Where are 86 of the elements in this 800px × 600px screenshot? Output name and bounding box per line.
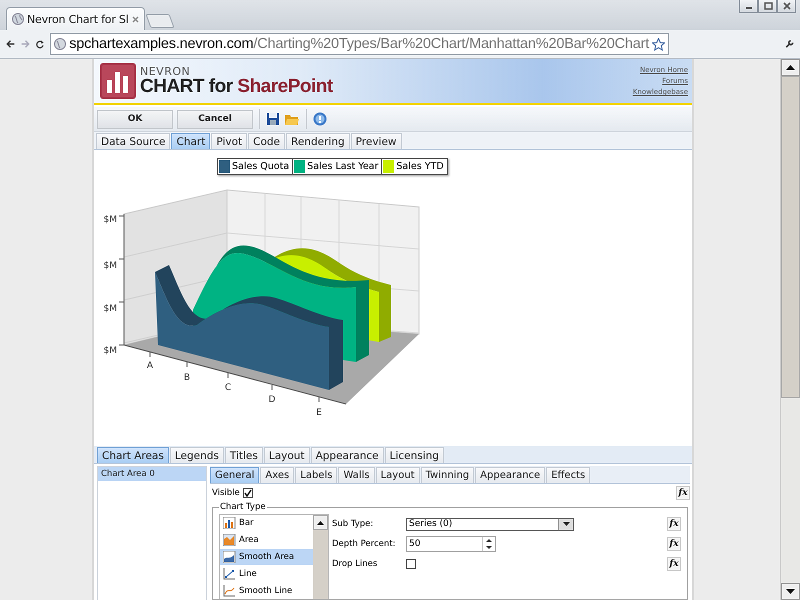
tab[interactable]: Labels [295, 467, 338, 483]
axis-label: A [146, 361, 154, 371]
tab[interactable]: Appearance [310, 447, 384, 463]
page-scrollbar[interactable] [780, 59, 800, 600]
check-icon [244, 489, 252, 497]
list-item[interactable]: Smooth Area [220, 548, 313, 566]
field-label: Depth Percent: [332, 539, 396, 549]
scroll-up-button[interactable] [313, 515, 328, 530]
scroll-down-button[interactable] [781, 583, 800, 600]
axis-label: E [316, 408, 322, 418]
down-arrow-icon [786, 589, 795, 594]
tab[interactable]: Appearance [475, 467, 546, 483]
tab[interactable]: Data Source [96, 133, 170, 149]
logo-accent: SharePoint [237, 76, 333, 97]
tab[interactable]: Licensing [384, 447, 444, 463]
axis-label: D [268, 395, 276, 405]
address-bar[interactable]: spchartexamples.nevron.com/Charting%20Types/Bar%20Chart/Manhattan%20Bar%20Chart [50, 33, 670, 55]
line-chart-icon [223, 568, 236, 580]
axis-label: C [224, 383, 232, 393]
logo-icon [100, 63, 136, 99]
scroll-thumb[interactable] [781, 76, 800, 398]
tab[interactable]: Effects [546, 467, 590, 483]
tab[interactable]: Walls [338, 467, 375, 483]
tab[interactable]: Layout [264, 447, 310, 463]
tab[interactable]: Code [248, 133, 286, 149]
formula-button[interactable]: fx [667, 557, 681, 571]
toolbar-button[interactable]: OK [97, 110, 173, 128]
close-icon[interactable] [132, 16, 139, 22]
group-title: Chart Type [219, 502, 267, 512]
tab[interactable]: Chart Areas [97, 447, 169, 463]
checkbox[interactable] [242, 488, 253, 498]
smooth-area-chart-icon [223, 550, 236, 563]
tab[interactable]: Pivot [211, 133, 248, 149]
field-label: Drop Lines [332, 559, 378, 569]
logo-title: CHART for [140, 76, 233, 97]
up-arrow-icon [786, 65, 795, 70]
up-arrow-icon [317, 520, 324, 524]
maximize-icon[interactable] [762, 2, 772, 10]
list-item[interactable]: Chart Area 0 [98, 467, 206, 481]
star-icon[interactable] [652, 38, 666, 50]
globe-icon [12, 13, 24, 25]
axis-label: $M [104, 304, 117, 314]
area-chart-icon [223, 534, 236, 546]
caret-icon [562, 522, 570, 526]
globe-icon [54, 38, 66, 50]
field-label: Visible [212, 488, 240, 498]
tab-title: Nevron Chart for Sl [27, 12, 129, 26]
formula-button[interactable]: fx [667, 517, 681, 531]
formula-button[interactable]: fx [676, 486, 690, 500]
list-item[interactable]: Bar [220, 515, 313, 532]
scroll-up-button[interactable] [781, 59, 800, 76]
legend-label: Sales Quota [232, 161, 290, 172]
axis-label: $M [104, 215, 117, 225]
tab[interactable]: General [210, 467, 260, 483]
tab[interactable]: Legends [170, 447, 224, 463]
tab[interactable]: Chart [171, 133, 210, 149]
formula-button[interactable]: fx [667, 537, 681, 551]
axis-label: $M [104, 346, 117, 356]
tab[interactable]: Titles [224, 447, 263, 463]
back-icon[interactable] [6, 38, 15, 50]
checkbox[interactable] [406, 559, 416, 569]
tab[interactable]: Rendering [286, 133, 350, 149]
url-text: spchartexamples.nevron.com/Charting%20Types/Bar%20Chart/Manhattan%20Bar%20Chart [69, 36, 650, 52]
field-label: Sub Type: [332, 519, 374, 529]
save-icon[interactable] [266, 112, 280, 126]
reload-icon[interactable] [36, 38, 44, 50]
tab[interactable]: Preview [350, 133, 402, 149]
legend-label: Sales Last Year [307, 161, 378, 172]
tab[interactable]: Axes [260, 467, 294, 483]
list-item[interactable]: Line [220, 565, 313, 582]
logo-subtitle: NEVRON [140, 66, 192, 77]
axis-label: B [184, 373, 190, 383]
axis-label: $M [104, 261, 117, 271]
list-item[interactable]: Area [220, 532, 313, 549]
browser-tab[interactable]: Nevron Chart for Sl [6, 7, 145, 30]
smooth-line-chart-icon [223, 584, 236, 597]
list-item[interactable]: Smooth Line [220, 582, 313, 599]
dropdown[interactable]: Series (0) [406, 518, 574, 530]
tab[interactable]: Twinning [420, 467, 474, 483]
toolbar-button[interactable]: Cancel [177, 110, 253, 128]
scrollbar[interactable] [313, 515, 328, 599]
bar-chart-icon [223, 517, 236, 530]
legend-label: Sales YTD [396, 161, 444, 172]
number-field[interactable]: 50 [406, 536, 496, 552]
close-icon[interactable] [782, 2, 792, 10]
tab[interactable]: Layout [376, 467, 420, 483]
